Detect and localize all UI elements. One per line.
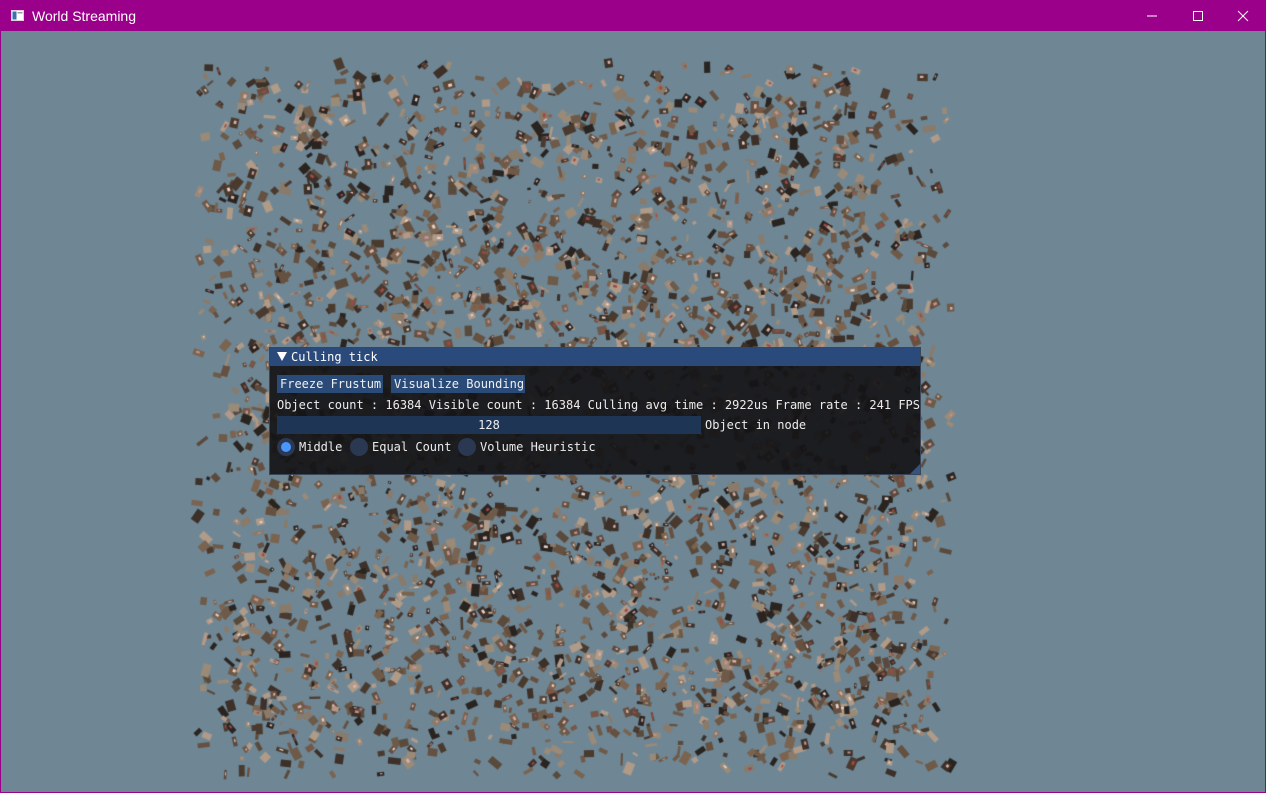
- title-bar[interactable]: World Streaming: [1, 1, 1265, 31]
- panel-header[interactable]: Culling tick: [270, 348, 920, 366]
- app-window-icon: [11, 10, 24, 21]
- radio-circle[interactable]: [350, 438, 368, 456]
- triangle-down-icon[interactable]: [277, 352, 287, 361]
- visualize-bounding-button[interactable]: Visualize Bounding: [391, 375, 525, 393]
- minimize-icon: [1147, 15, 1157, 17]
- culling-stats-text: Object count : 16384 Visible count : 163…: [277, 398, 920, 412]
- radio-middle[interactable]: Middle: [277, 438, 347, 456]
- radio-label-middle: Middle: [299, 440, 343, 454]
- render-viewport[interactable]: Culling tick Freeze Frustum Visualize Bo…: [2, 31, 1264, 792]
- radio-circle[interactable]: [458, 438, 476, 456]
- slider-label: Object in node: [705, 418, 807, 432]
- radio-equal-count[interactable]: Equal Count: [350, 438, 452, 456]
- resize-grip[interactable]: [910, 464, 920, 474]
- freeze-frustum-button[interactable]: Freeze Frustum: [277, 375, 383, 393]
- app-window: World Streaming Culling tick Freeze Frus…: [0, 0, 1266, 793]
- radio-volume-heuristic[interactable]: Volume Heuristic: [458, 438, 598, 456]
- radio-circle-selected[interactable]: [277, 438, 295, 456]
- radio-label-equal-count: Equal Count: [372, 440, 452, 454]
- radio-label-volume-heuristic: Volume Heuristic: [480, 440, 596, 454]
- maximize-icon: [1193, 11, 1203, 21]
- close-button[interactable]: [1220, 1, 1266, 31]
- maximize-button[interactable]: [1175, 1, 1221, 31]
- close-icon: [1237, 10, 1249, 22]
- culling-tick-panel: Culling tick Freeze Frustum Visualize Bo…: [269, 347, 921, 475]
- slider-value: 128: [478, 418, 500, 432]
- object-in-node-slider[interactable]: 128: [277, 416, 701, 434]
- window-title: World Streaming: [32, 8, 137, 24]
- panel-title: Culling tick: [291, 350, 378, 364]
- minimize-button[interactable]: [1129, 1, 1175, 31]
